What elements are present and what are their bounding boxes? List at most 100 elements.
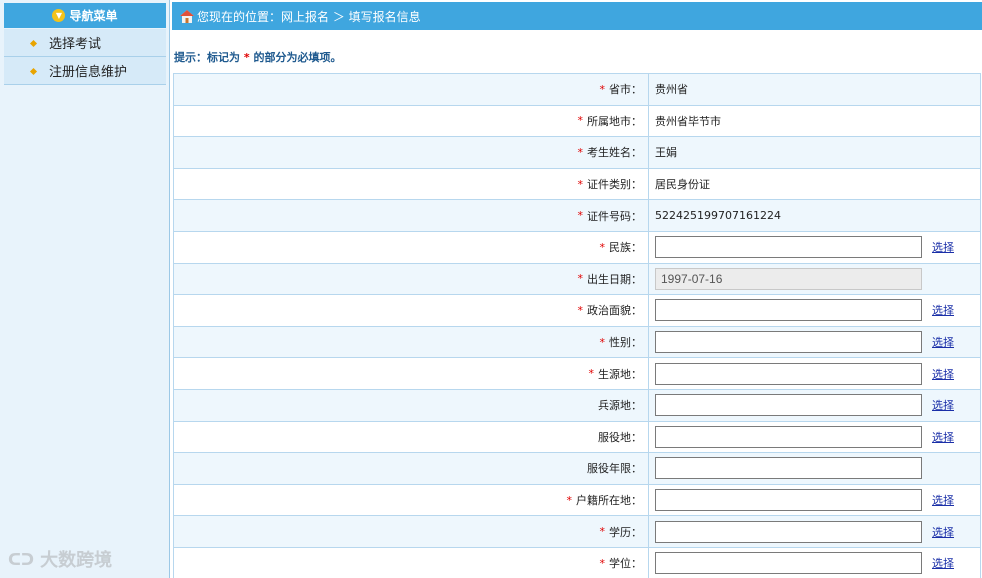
form-input[interactable] xyxy=(655,457,922,480)
sidebar: ▼ 导航菜单 选择考试 注册信息维护 ᑕᑐ 大数跨境 xyxy=(0,0,170,578)
form-input[interactable] xyxy=(655,236,922,259)
form-value-text: 贵州省毕节市 xyxy=(655,114,721,128)
form-input[interactable] xyxy=(655,489,922,512)
breadcrumb: 您现在的位置：网上报名 ＞ 填写报名信息 xyxy=(172,2,982,30)
required-mark: * xyxy=(599,82,606,96)
required-mark: * xyxy=(577,272,584,286)
form-value-text: 522425199707161224 xyxy=(655,209,781,223)
tip-prefix: 提示：标记为 xyxy=(174,51,244,64)
form-input[interactable] xyxy=(655,331,922,354)
tip-suffix: 的部分为必填项。 xyxy=(249,51,342,64)
form-value-cell: 522425199707161224 xyxy=(649,200,980,231)
select-link[interactable]: 选择 xyxy=(932,239,954,255)
form-value-cell: 选择 xyxy=(649,295,980,326)
form-label-text: 服役地： xyxy=(598,430,642,444)
form-row: * 性别： 选择 xyxy=(174,326,980,359)
form-label: * 出生日期： xyxy=(174,263,649,295)
form-label-text: 户籍所在地： xyxy=(576,494,642,508)
nav-menu-title: 导航菜单 xyxy=(69,9,118,23)
form-input[interactable] xyxy=(655,299,922,322)
form-value-cell: 选择 xyxy=(649,358,980,389)
form-label: * 省市： xyxy=(174,74,649,105)
form-row: 服役年限： xyxy=(174,453,980,485)
form-label-text: 服役年限： xyxy=(587,462,642,476)
form-value-cell: 选择 xyxy=(649,485,980,516)
required-mark: * xyxy=(577,303,584,317)
form-row: * 学位： 选择 xyxy=(174,547,980,578)
form-value-cell: 贵州省 xyxy=(649,74,980,105)
select-link[interactable]: 选择 xyxy=(932,397,954,413)
select-link[interactable]: 选择 xyxy=(932,555,954,571)
form-label: * 民族： xyxy=(174,231,649,263)
required-mark: * xyxy=(599,556,606,570)
required-mark: * xyxy=(577,177,584,191)
form-row: * 民族： 选择 xyxy=(174,231,980,264)
form-row: 兵源地： 选择 xyxy=(174,389,980,422)
select-link[interactable]: 选择 xyxy=(932,334,954,350)
form-value-text: 居民身份证 xyxy=(655,178,710,192)
form-label-text: 兵源地： xyxy=(598,399,642,413)
breadcrumb-text: 您现在的位置：网上报名 ＞ 填写报名信息 xyxy=(197,9,421,24)
form-input[interactable] xyxy=(655,552,922,575)
form-input[interactable] xyxy=(655,425,922,448)
form-row: * 户籍所在地： 选择 xyxy=(174,484,980,517)
sidebar-item-label: 注册信息维护 xyxy=(49,65,128,80)
form-value-cell: 贵州省毕节市 xyxy=(649,106,980,137)
required-mark: * xyxy=(599,240,606,254)
form-label-text: 生源地： xyxy=(598,367,642,381)
form-input[interactable] xyxy=(655,362,922,385)
select-link[interactable]: 选择 xyxy=(932,302,954,318)
select-link[interactable]: 选择 xyxy=(932,492,954,508)
form-label: 服役年限： xyxy=(174,453,649,484)
watermark-text: 大数跨境 xyxy=(40,550,113,571)
form-row: * 所属地市： 贵州省毕节市 xyxy=(174,105,980,138)
form-label-text: 证件号码： xyxy=(587,209,642,223)
required-tip: 提示：标记为 * 的部分为必填项。 xyxy=(174,49,341,65)
form-label-text: 民族： xyxy=(609,241,642,255)
required-mark: * xyxy=(599,335,606,349)
sidebar-item-select-exam[interactable]: 选择考试 xyxy=(4,29,166,57)
form-label-text: 考生姓名： xyxy=(587,146,642,160)
required-mark: * xyxy=(566,493,573,507)
form-label: * 考生姓名： xyxy=(174,137,649,168)
watermark: ᑕᑐ 大数跨境 xyxy=(8,546,112,572)
required-mark: * xyxy=(577,114,584,128)
form-label: * 政治面貌： xyxy=(174,295,649,326)
form-row: * 政治面貌： 选择 xyxy=(174,295,980,327)
nav-menu-header: ▼ 导航菜单 xyxy=(4,3,166,28)
form-row: * 生源地： 选择 xyxy=(174,358,980,390)
form-value-cell: 居民身份证 xyxy=(649,169,980,200)
form-row: * 出生日期： xyxy=(174,263,980,296)
form-label: * 学历： xyxy=(174,516,649,547)
sidebar-item-registration-info[interactable]: 注册信息维护 xyxy=(4,57,166,85)
form-value-cell: 王娟 xyxy=(649,137,980,168)
form-label: 服役地： xyxy=(174,421,649,453)
form-value-cell xyxy=(649,453,980,484)
chevron-down-icon: ▼ xyxy=(52,9,66,22)
form-label: * 所属地市： xyxy=(174,105,649,137)
select-link[interactable]: 选择 xyxy=(932,524,954,540)
select-link[interactable]: 选择 xyxy=(932,429,954,445)
form-label-text: 政治面貌： xyxy=(587,304,642,318)
form-label: * 户籍所在地： xyxy=(174,484,649,516)
form-row: * 考生姓名： 王娟 xyxy=(174,137,980,169)
form-label-text: 出生日期： xyxy=(587,272,642,286)
watermark-logo-icon: ᑕᑐ xyxy=(8,549,35,569)
form-label: * 学位： xyxy=(174,547,649,578)
select-link[interactable]: 选择 xyxy=(932,366,954,382)
form-row: * 学历： 选择 xyxy=(174,516,980,548)
registration-form: * 省市： 贵州省 * 所属地市： 贵州省毕节市 * 考生姓名： 王娟 * 证件类别： 居民身份证 * 证… xyxy=(173,73,981,578)
form-value-cell: 选择 xyxy=(649,548,980,578)
sidebar-item-label: 选择考试 xyxy=(49,37,102,52)
form-value-cell: 选择 xyxy=(649,390,980,421)
form-value-cell xyxy=(649,264,980,295)
required-mark: * xyxy=(577,209,584,223)
form-input[interactable] xyxy=(655,520,922,543)
form-label-text: 学位： xyxy=(609,557,642,571)
form-label-text: 证件类别： xyxy=(587,178,642,192)
form-row: * 证件类别： 居民身份证 xyxy=(174,168,980,201)
form-input[interactable] xyxy=(655,394,922,417)
bullet-icon xyxy=(29,39,38,48)
form-label: * 性别： xyxy=(174,326,649,358)
form-label-text: 省市： xyxy=(609,83,642,97)
